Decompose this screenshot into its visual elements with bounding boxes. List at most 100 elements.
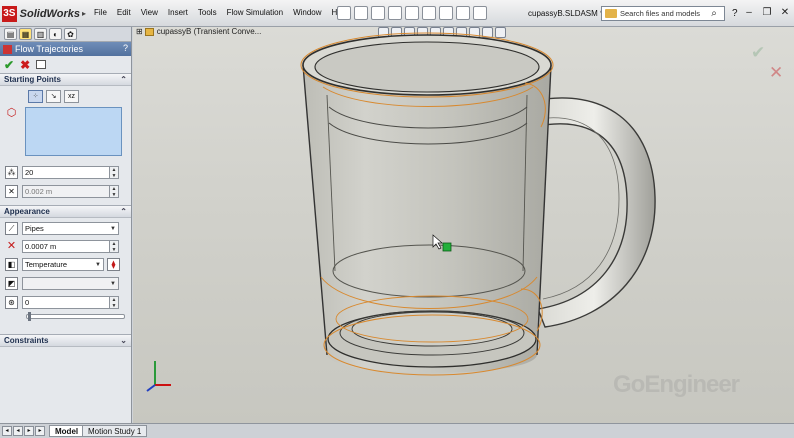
options-icon[interactable] (473, 6, 487, 20)
graphics-area[interactable]: ⊞ cupassyB (Transient Conve... ✔ ✕ GoEng… (133, 27, 794, 423)
number-of-points-row: ⁂ 20 ▲ ▼ (0, 165, 131, 180)
number-of-points-icon: ⁂ (5, 166, 18, 179)
display-manager-tab-icon[interactable]: ◐ (49, 28, 62, 40)
mug-model[interactable] (133, 27, 794, 423)
starting-points-header[interactable]: Starting Points ⌃ (0, 73, 131, 86)
restore-icon[interactable]: ❐ (760, 6, 774, 20)
coordinates-icon[interactable]: xz (64, 90, 79, 103)
select-icon[interactable] (422, 6, 436, 20)
max-length-input[interactable]: 0 (22, 296, 110, 309)
file-properties-icon[interactable] (456, 6, 470, 20)
appearance-header[interactable]: Appearance ⌃ (0, 205, 131, 218)
help-icon[interactable]: ? (123, 43, 128, 53)
folder-icon (605, 9, 617, 18)
search-input[interactable]: Search files and models (620, 9, 700, 18)
section-label: Constraints (4, 336, 49, 345)
tab-navigation: ◂ ◂ ▸ ▸ (2, 426, 45, 436)
open-icon[interactable] (354, 6, 368, 20)
width-spinner[interactable]: ▲ ▼ (110, 240, 119, 253)
color-value-icon: ◩ (5, 277, 18, 290)
offset-input[interactable]: 0.002 m (22, 185, 110, 198)
close-icon[interactable]: ✕ (778, 6, 792, 20)
undo-icon[interactable] (405, 6, 419, 20)
ok-button[interactable]: ✔ (4, 58, 14, 72)
standard-toolbar (337, 6, 487, 20)
pick-point-icon[interactable]: ↘ (46, 90, 61, 103)
max-length-row: ⊛ 0 ▲ ▼ (0, 295, 131, 310)
constraints-header[interactable]: Constraints ⌄ (0, 334, 131, 347)
pin-icon[interactable] (36, 60, 47, 69)
number-of-points-spinner[interactable]: ▲ ▼ (110, 166, 119, 179)
property-manager-title: Flow Trajectories (15, 44, 84, 54)
cancel-button[interactable]: ✖ (20, 58, 30, 72)
chevron-right-icon: ▸ (81, 9, 86, 18)
expand-icon[interactable]: ⌄ (120, 336, 127, 345)
color-by-select[interactable]: Temperature ▼ (22, 258, 104, 271)
pick-from-model-icon[interactable]: ⁘ (28, 90, 43, 103)
last-tab-icon[interactable]: ▸ (35, 426, 45, 436)
draw-as-select[interactable]: Pipes ▼ (22, 222, 119, 235)
start-point-mode-row: ⁘ ↘ xz (0, 89, 131, 104)
previous-tab-icon[interactable]: ◂ (13, 426, 23, 436)
width-input[interactable]: 0.0007 m (22, 240, 110, 253)
reference-triad-icon (146, 361, 171, 392)
feature-manager-tab-icon[interactable]: ▤ (4, 28, 17, 40)
cube-face-icon: ⬡ (6, 107, 17, 119)
action-bar: ✔ ✖ (0, 56, 131, 73)
adjust-minimum-maximum-icon[interactable]: ⧫ (107, 258, 120, 271)
color-by-icon: ◧ (5, 258, 18, 271)
tab-model[interactable]: Model (49, 425, 85, 437)
title-bar: 3S SolidWorks ▸ File Edit View Insert To… (0, 0, 794, 27)
configuration-manager-tab-icon[interactable]: ▥ (34, 28, 47, 40)
menu-flow-simulation[interactable]: Flow Simulation (222, 8, 288, 17)
solidworks-logo[interactable]: 3S SolidWorks ▸ (2, 4, 86, 23)
next-tab-icon[interactable]: ▸ (24, 426, 34, 436)
menu-file[interactable]: File (89, 8, 112, 17)
width-row: ✕ 0.0007 m ▲ ▼ (0, 239, 131, 254)
property-manager-tab-icon[interactable]: ▦ (19, 28, 32, 40)
chevron-down-icon: ▼ (95, 262, 101, 268)
color-by-row: ◧ Temperature ▼ ⧫ (0, 257, 131, 272)
save-icon[interactable] (371, 6, 385, 20)
menu-view[interactable]: View (136, 8, 163, 17)
rebuild-icon[interactable] (439, 6, 453, 20)
menu-tools[interactable]: Tools (193, 8, 222, 17)
slider-thumb[interactable] (28, 311, 31, 321)
menu-insert[interactable]: Insert (163, 8, 193, 17)
collapse-icon[interactable]: ⌃ (120, 75, 127, 84)
window-controls: – ❐ ✕ (742, 6, 792, 20)
width-icon: ✕ (6, 240, 17, 252)
bottom-tab-bar: ◂ ◂ ▸ ▸ Model Motion Study 1 (0, 423, 794, 438)
menu-edit[interactable]: Edit (112, 8, 136, 17)
max-length-slider[interactable] (26, 311, 125, 321)
color-value-select[interactable]: ▼ (22, 277, 119, 290)
section-label: Appearance (4, 207, 50, 216)
max-length-icon: ⊛ (5, 296, 18, 309)
starting-points-selection-box[interactable] (25, 107, 122, 156)
search-icon[interactable]: ⌕ (704, 6, 724, 21)
selection-row: ⬡ (0, 107, 131, 159)
property-manager-panel: ▤ ▦ ▥ ◐ ✿ Flow Trajectories ? ✔ ✖ Starti… (0, 27, 132, 423)
flow-analysis-tab-icon[interactable]: ✿ (64, 28, 77, 40)
confirm-cancel-icon[interactable]: ✕ (769, 63, 783, 83)
first-tab-icon[interactable]: ◂ (2, 426, 12, 436)
offset-spinner[interactable]: ▲ ▼ (110, 185, 119, 198)
max-length-spinner[interactable]: ▲ ▼ (110, 296, 119, 309)
color-value-row: ◩ ▼ (0, 276, 131, 291)
menu-bar: File Edit View Insert Tools Flow Simulat… (89, 8, 353, 17)
confirm-ok-icon[interactable]: ✔ (751, 43, 765, 63)
goengineer-watermark: GoEngineer (613, 371, 740, 398)
new-document-icon[interactable] (337, 6, 351, 20)
collapse-icon[interactable]: ⌃ (120, 207, 127, 216)
menu-window[interactable]: Window (288, 8, 326, 17)
number-of-points-input[interactable]: 20 (22, 166, 110, 179)
offset-row: ✕ 0.002 m ▲ ▼ (0, 184, 131, 199)
tab-motion-study-1[interactable]: Motion Study 1 (82, 425, 148, 437)
flow-trajectories-icon (3, 44, 12, 54)
help-icon[interactable]: ? (732, 8, 738, 19)
print-icon[interactable] (388, 6, 402, 20)
document-title: cupassyB.SLDASM * (528, 9, 604, 18)
draw-trajectories-as-icon: ⟋ (5, 222, 18, 235)
minimize-icon[interactable]: – (742, 6, 756, 20)
section-label: Starting Points (4, 75, 61, 84)
